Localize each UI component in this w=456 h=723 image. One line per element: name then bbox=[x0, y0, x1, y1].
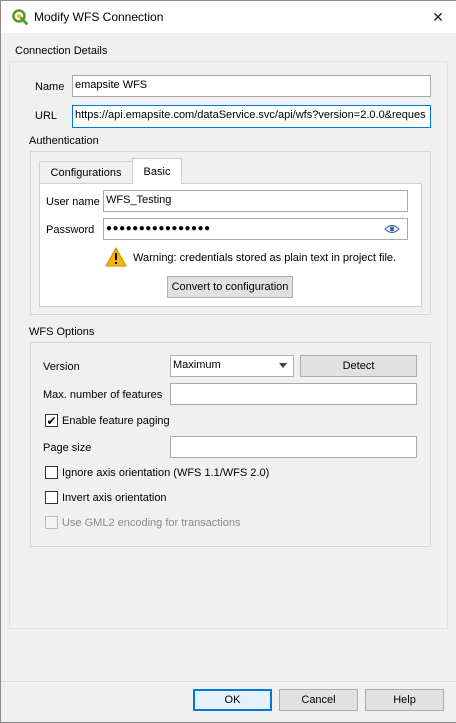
version-label: Version bbox=[43, 361, 80, 373]
cancel-button[interactable]: Cancel bbox=[279, 689, 358, 711]
dialog-window: Modify WFS Connection ✕ Connection Detai… bbox=[0, 0, 456, 723]
help-button[interactable]: Help bbox=[365, 689, 444, 711]
qgis-logo-icon bbox=[12, 9, 28, 25]
window-title: Modify WFS Connection bbox=[34, 10, 164, 24]
invert-axis-label: Invert axis orientation bbox=[62, 492, 167, 504]
name-label: Name bbox=[35, 81, 65, 93]
wfs-options-heading: WFS Options bbox=[29, 326, 95, 338]
gml2-label: Use GML2 encoding for transactions bbox=[62, 517, 241, 529]
max-features-input[interactable] bbox=[170, 383, 417, 405]
tab-basic[interactable]: Basic bbox=[132, 158, 182, 184]
user-name-label: User name bbox=[46, 196, 100, 208]
chevron-down-icon bbox=[279, 363, 287, 368]
invert-axis-checkbox[interactable] bbox=[45, 491, 58, 504]
close-icon: ✕ bbox=[432, 8, 444, 25]
authentication-heading: Authentication bbox=[29, 135, 99, 147]
password-label: Password bbox=[46, 224, 95, 236]
ok-button[interactable]: OK bbox=[193, 689, 272, 711]
version-select[interactable]: Maximum bbox=[170, 355, 294, 377]
url-label: URL bbox=[35, 110, 58, 122]
title-bar: Modify WFS Connection ✕ bbox=[1, 1, 456, 33]
ignore-axis-label: Ignore axis orientation (WFS 1.1/WFS 2.0… bbox=[62, 467, 270, 479]
show-password-icon[interactable] bbox=[384, 223, 400, 235]
page-size-input[interactable] bbox=[170, 436, 417, 458]
tab-configurations[interactable]: Configurations bbox=[39, 161, 133, 183]
enable-paging-label: Enable feature paging bbox=[62, 415, 170, 427]
credentials-warning-text: Warning: credentials stored as plain tex… bbox=[133, 252, 397, 264]
close-button[interactable]: ✕ bbox=[420, 1, 456, 33]
password-input[interactable]: ●●●●●●●●●●●●●●●● bbox=[103, 218, 408, 240]
url-input[interactable]: https://api.emapsite.com/dataService.svc… bbox=[72, 105, 431, 128]
max-features-label: Max. number of features bbox=[43, 389, 163, 401]
name-input[interactable]: emapsite WFS bbox=[72, 75, 431, 97]
version-select-value: Maximum bbox=[173, 359, 221, 371]
page-size-label: Page size bbox=[43, 442, 92, 454]
convert-to-configuration-button[interactable]: Convert to configuration bbox=[167, 276, 293, 298]
user-name-input[interactable]: WFS_Testing bbox=[103, 190, 408, 212]
ignore-axis-checkbox[interactable] bbox=[45, 466, 58, 479]
checkmark-icon: ✔ bbox=[46, 413, 57, 428]
enable-paging-checkbox[interactable]: ✔ bbox=[45, 414, 58, 427]
warning-icon bbox=[105, 247, 127, 267]
gml2-checkbox bbox=[45, 516, 58, 529]
connection-details-heading: Connection Details bbox=[15, 45, 108, 57]
detect-button[interactable]: Detect bbox=[300, 355, 417, 377]
button-bar-divider bbox=[1, 681, 456, 682]
